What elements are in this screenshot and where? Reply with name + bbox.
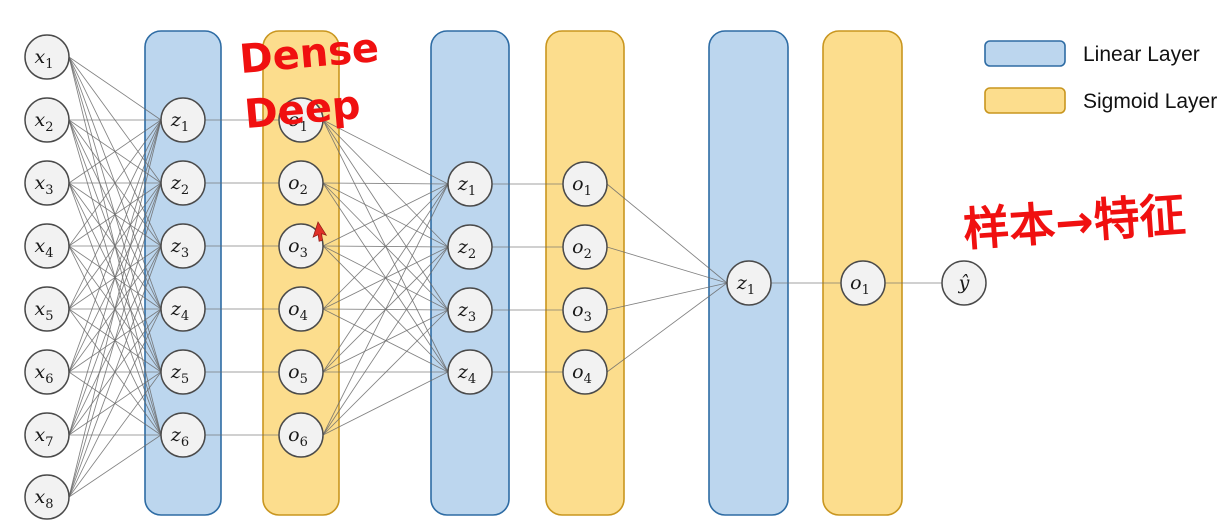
annotation-deep: Deep <box>243 82 363 138</box>
node-linear-3-z1[interactable]: z1 <box>726 260 772 306</box>
node-input-x1[interactable]: x1 <box>24 34 70 80</box>
node-linear-1-z6[interactable]: z6 <box>160 412 206 458</box>
annotation-chinese-note: 样本→特征 <box>962 187 1188 256</box>
layer-panel-linear-2 <box>430 30 510 516</box>
node-linear-1-z1[interactable]: z1 <box>160 97 206 143</box>
node-output-ŷ[interactable]: ŷ <box>941 260 987 306</box>
edge-sigmoid-1-to-linear-2 <box>322 371 449 436</box>
node-sigmoid-1-o4[interactable]: o4 <box>278 286 324 332</box>
legend-item-linear: Linear Layer <box>984 40 1200 67</box>
annotation-dense: Dense <box>238 25 381 83</box>
layer-panel-sigmoid-2 <box>545 30 625 516</box>
node-input-x5[interactable]: x5 <box>24 286 70 332</box>
legend-label: Sigmoid Layer <box>1083 90 1217 113</box>
node-input-x8[interactable]: x8 <box>24 474 70 520</box>
node-sigmoid-2-o4[interactable]: o4 <box>562 349 608 395</box>
node-linear-2-z4[interactable]: z4 <box>447 349 493 395</box>
legend-label: Linear Layer <box>1083 43 1200 66</box>
node-input-x4[interactable]: x4 <box>24 223 70 269</box>
neural-network-diagram: x1 x2 x3 x4 x5 x6 x7 x8 z1 z2 z3 z4 z5 z6 o1 o2 o3 o4 o5 o6… <box>24 25 1217 520</box>
node-input-x2[interactable]: x2 <box>24 97 70 143</box>
node-sigmoid-1-o6[interactable]: o6 <box>278 412 324 458</box>
node-input-x7[interactable]: x7 <box>24 412 70 458</box>
node-sigmoid-2-o3[interactable]: o3 <box>562 287 608 333</box>
legend-swatch <box>984 40 1066 67</box>
node-linear-1-z4[interactable]: z4 <box>160 286 206 332</box>
node-sigmoid-3-o1[interactable]: o1 <box>840 260 886 306</box>
node-linear-2-z1[interactable]: z1 <box>447 161 493 207</box>
node-linear-2-z2[interactable]: z2 <box>447 224 493 270</box>
node-linear-1-z2[interactable]: z2 <box>160 160 206 206</box>
edge-sigmoid-1-to-linear-2 <box>322 309 449 436</box>
edge-sigmoid-1-to-linear-2 <box>322 182 449 185</box>
node-input-x3[interactable]: x3 <box>24 160 70 206</box>
node-linear-1-z5[interactable]: z5 <box>160 349 206 395</box>
diagram-canvas: x1 x2 x3 x4 x5 x6 x7 x8 z1 z2 z3 z4 z5 z6 o1 o2 o3 o4 o5 o6… <box>0 0 1230 521</box>
legend-swatch <box>984 87 1066 114</box>
legend: Linear Layer Sigmoid Layer <box>984 40 1217 114</box>
node-sigmoid-1-o2[interactable]: o2 <box>278 160 324 206</box>
node-sigmoid-2-o2[interactable]: o2 <box>562 224 608 270</box>
node-input-x6[interactable]: x6 <box>24 349 70 395</box>
node-sigmoid-1-o5[interactable]: o5 <box>278 349 324 395</box>
node-sigmoid-2-o1[interactable]: o1 <box>562 161 608 207</box>
edge-sigmoid-1-to-linear-2 <box>322 246 449 436</box>
node-label: ŷ <box>958 272 970 294</box>
edge-sigmoid-1-to-linear-2 <box>322 183 449 247</box>
node-linear-1-z3[interactable]: z3 <box>160 223 206 269</box>
legend-item-sigmoid: Sigmoid Layer <box>984 87 1217 114</box>
node-linear-2-z3[interactable]: z3 <box>447 287 493 333</box>
